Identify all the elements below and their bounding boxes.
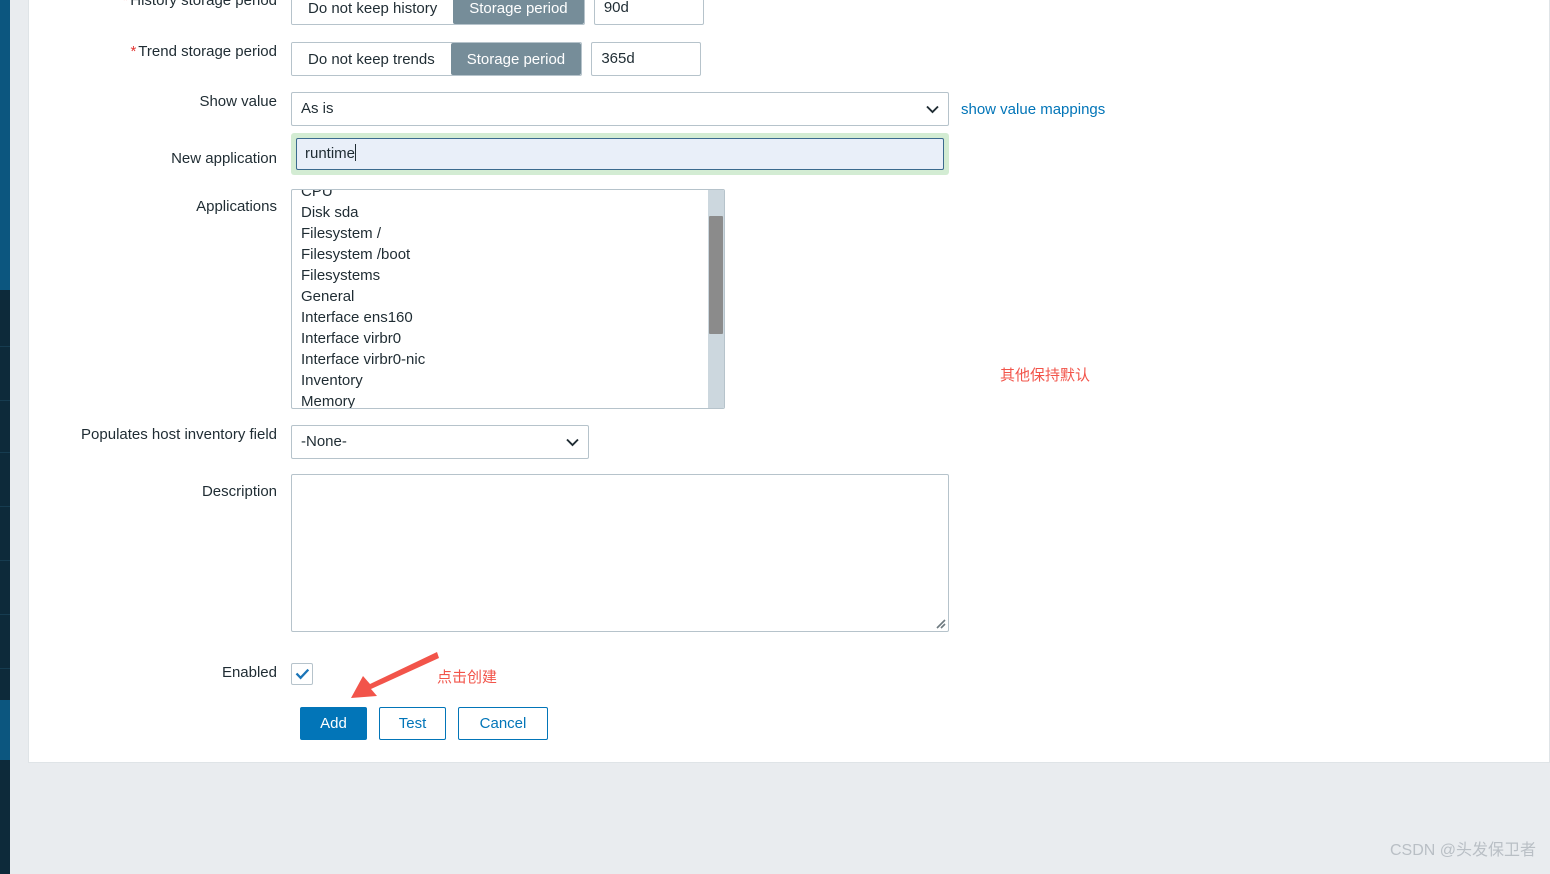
list-item[interactable]: CPU: [292, 190, 708, 202]
enabled-field: [291, 663, 313, 685]
applications-listbox[interactable]: CPU Disk sda Filesystem / Filesystem /bo…: [291, 189, 725, 409]
show-value-field: As is show value mappings: [291, 92, 1105, 126]
text-caret: [355, 144, 357, 161]
row-trend-storage-period: * Trend storage period Do not keep trends…: [0, 42, 1550, 76]
show-value-selected-option: As is: [301, 100, 334, 117]
trend-storage-period-label: * Trend storage period: [0, 42, 291, 62]
description-field: [291, 474, 949, 632]
test-button[interactable]: Test: [379, 707, 446, 740]
sidebar-strip-divider: [0, 400, 10, 401]
trend-storage-period-option[interactable]: Storage period: [450, 43, 582, 75]
list-item[interactable]: Memory: [292, 391, 708, 408]
label-text: Trend storage period: [138, 43, 277, 60]
applications-scrollbar-thumb[interactable]: [709, 216, 723, 334]
required-asterisk-icon: *: [130, 43, 137, 60]
row-host-inventory-field: Populates host inventory field -None-: [0, 425, 1550, 459]
chevron-down-icon: [566, 426, 579, 458]
history-storage-period-field: Do not keep history Storage period 90d: [291, 0, 704, 25]
annotation-arrow-icon: [351, 652, 439, 698]
new-application-field: runtime: [291, 133, 949, 175]
row-history-storage-period: * History storage period Do not keep hist…: [0, 0, 1550, 25]
row-description: Description: [0, 474, 1550, 632]
host-inventory-selected-option: -None-: [301, 433, 347, 450]
list-item[interactable]: Interface virbr0: [292, 328, 708, 349]
row-new-application: New application runtime: [0, 133, 1550, 175]
applications-options: CPU Disk sda Filesystem / Filesystem /bo…: [292, 190, 708, 408]
form-footer-buttons: Add Test Cancel: [0, 707, 1550, 740]
chevron-down-icon: [926, 93, 939, 125]
new-application-label: New application: [171, 150, 277, 167]
history-do-not-keep-option[interactable]: Do not keep history: [292, 0, 454, 24]
sidebar-strip-divider: [0, 614, 10, 615]
history-storage-period-radio-group[interactable]: Do not keep history Storage period: [291, 0, 585, 25]
applications-scrollbar[interactable]: [708, 190, 724, 408]
sidebar-strip-dark-tail: [0, 760, 10, 874]
host-inventory-field-label: Populates host inventory field: [81, 426, 277, 443]
cancel-button[interactable]: Cancel: [458, 707, 548, 740]
add-button[interactable]: Add: [300, 707, 367, 740]
list-item[interactable]: Disk sda: [292, 202, 708, 223]
list-item[interactable]: Filesystem /boot: [292, 244, 708, 265]
description-value: [292, 475, 948, 487]
new-application-focus-ring: runtime: [291, 133, 949, 175]
host-inventory-field-control: -None-: [291, 425, 589, 459]
footer-button-group: Add Test Cancel: [300, 707, 548, 740]
trend-storage-period-field: Do not keep trends Storage period 365d: [291, 42, 702, 76]
row-applications: Applications CPU Disk sda Filesystem / F…: [0, 189, 1550, 409]
sidebar-strip-accent: [0, 700, 10, 760]
trend-storage-period-radio-group[interactable]: Do not keep trends Storage period: [291, 42, 583, 76]
trend-do-not-keep-option[interactable]: Do not keep trends: [292, 43, 451, 75]
show-value-label: Show value: [199, 93, 277, 110]
enabled-label: Enabled: [221, 664, 277, 681]
resize-handle-icon[interactable]: [932, 615, 946, 629]
sidebar-strip-divider: [0, 452, 10, 453]
list-item[interactable]: Interface virbr0-nic: [292, 349, 708, 370]
sidebar-strip-divider: [0, 346, 10, 347]
watermark: CSDN @头发保卫者: [1389, 842, 1536, 859]
host-inventory-field-select[interactable]: -None-: [291, 425, 589, 459]
new-application-value: runtime: [305, 145, 356, 162]
list-item[interactable]: Filesystems: [292, 265, 708, 286]
footer-spacer: [0, 707, 291, 727]
applications-field: CPU Disk sda Filesystem / Filesystem /bo…: [291, 189, 725, 409]
annotation-keep-defaults: 其他保持默认: [1000, 367, 1091, 384]
enabled-checkbox[interactable]: [291, 663, 313, 685]
sidebar-strip-divider: [0, 668, 10, 669]
list-item[interactable]: General: [292, 286, 708, 307]
list-item[interactable]: Inventory: [292, 370, 708, 391]
history-storage-period-option[interactable]: Storage period: [453, 0, 584, 24]
trend-storage-period-input[interactable]: 365d: [591, 42, 702, 76]
label-text: History storage period: [130, 0, 277, 9]
row-show-value: Show value As is show value mappings: [0, 92, 1550, 126]
list-item[interactable]: Filesystem /: [292, 223, 708, 244]
history-storage-period-label: * History storage period: [0, 0, 291, 11]
sidebar-strip-divider: [0, 506, 10, 507]
check-icon: [295, 668, 309, 680]
applications-label: Applications: [196, 198, 277, 215]
row-enabled: Enabled: [0, 663, 1550, 685]
list-item[interactable]: Interface ens160: [292, 307, 708, 328]
description-label: Description: [201, 483, 277, 500]
sidebar-collapsed-strip[interactable]: [0, 0, 10, 874]
required-asterisk-icon: *: [122, 0, 129, 9]
history-storage-period-input[interactable]: 90d: [593, 0, 704, 25]
show-value-mappings-link[interactable]: show value mappings: [961, 101, 1105, 118]
description-textarea[interactable]: [291, 474, 949, 632]
new-application-input[interactable]: runtime: [296, 138, 944, 170]
show-value-select[interactable]: As is: [291, 92, 949, 126]
sidebar-strip-divider: [0, 560, 10, 561]
